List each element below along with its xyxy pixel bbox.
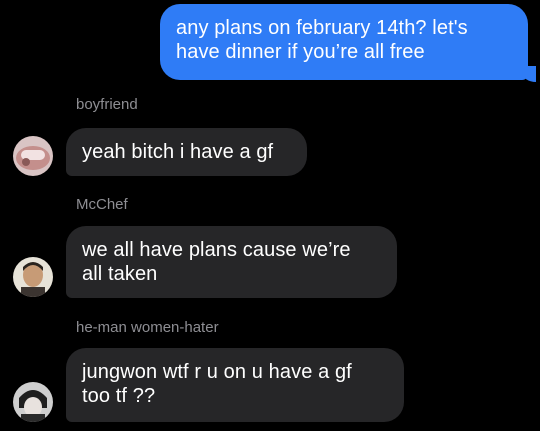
sender-avatar[interactable]	[13, 136, 53, 176]
message-line: have dinner if you’re all free	[176, 41, 425, 63]
message-line: too tf ??	[82, 385, 156, 407]
incoming-message-bubble[interactable]: yeah bitch i have a gf	[66, 128, 307, 176]
sender-name: McChef	[76, 196, 128, 213]
avatar-photo-icon	[13, 382, 53, 422]
message-line: we all have plans cause we’re	[82, 239, 351, 261]
message-line: all taken	[82, 263, 158, 285]
message-line: jungwon wtf r u on u have a gf	[82, 361, 352, 383]
message-line: any plans on february 14th? let's	[176, 17, 468, 39]
avatar-photo-icon	[13, 257, 53, 297]
incoming-message-bubble[interactable]: jungwon wtf r u on u have a gf too tf ??	[66, 348, 404, 422]
message-line: yeah bitch i have a gf	[82, 141, 274, 163]
sender-name: he-man women-hater	[76, 319, 219, 336]
sender-avatar[interactable]	[13, 257, 53, 297]
incoming-message-bubble[interactable]: we all have plans cause we’re all taken	[66, 226, 397, 298]
avatar-photo-icon	[13, 136, 53, 176]
outgoing-message-bubble[interactable]: any plans on february 14th? let's have d…	[160, 4, 528, 80]
sender-avatar[interactable]	[13, 382, 53, 422]
sender-name: boyfriend	[76, 96, 138, 113]
